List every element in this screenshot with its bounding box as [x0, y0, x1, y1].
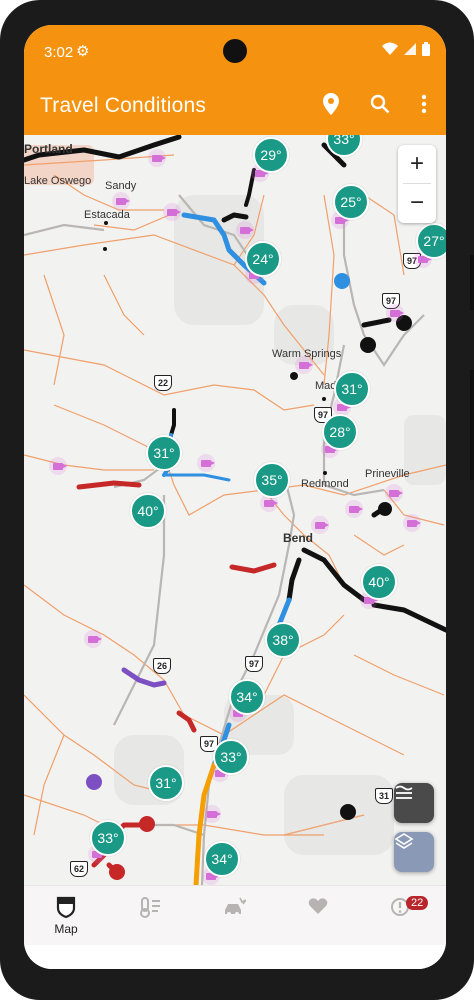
temperature-marker[interactable]: 40° [361, 564, 397, 600]
temperature-marker[interactable]: 34° [204, 841, 240, 877]
camera-icon [88, 635, 102, 643]
camera-icon [207, 810, 221, 818]
camera-marker[interactable] [163, 203, 181, 221]
camera-marker[interactable] [345, 500, 363, 518]
camera-icon [264, 499, 278, 507]
route-shield: 62 [70, 861, 88, 877]
status-bar: 3:02 ⚙ [24, 25, 446, 77]
temperature-marker[interactable]: 31° [146, 435, 182, 471]
layers-button[interactable] [394, 832, 434, 872]
weather-layer-icon [395, 785, 413, 799]
nav-incidents[interactable] [192, 886, 276, 946]
temperature-marker[interactable]: 40° [130, 493, 166, 529]
nav-label: Map [54, 922, 78, 936]
power-button [470, 370, 474, 480]
temperature-marker[interactable]: 27° [416, 223, 446, 259]
place-lake-oswego: Lake Oswego [24, 175, 92, 187]
nav-weather[interactable] [108, 886, 192, 946]
place-prineville: Prineville [365, 468, 410, 480]
gesture-area [24, 945, 446, 969]
place-bend: Bend [283, 531, 313, 545]
app-title: Travel Conditions [40, 94, 207, 117]
place-estacada: Estacada [84, 209, 130, 221]
camera-icon [389, 489, 403, 497]
nav-alerts[interactable]: 22 [360, 886, 444, 946]
temperature-marker[interactable]: 31° [148, 765, 184, 801]
app-bar: Travel Conditions [24, 77, 446, 135]
car-crash-icon [222, 896, 247, 918]
camera-icon [407, 519, 421, 527]
camera-marker[interactable] [148, 149, 166, 167]
camera-icon [390, 309, 404, 317]
camera-marker[interactable] [403, 514, 421, 532]
search-icon[interactable] [365, 89, 395, 119]
camera-marker[interactable] [112, 192, 130, 210]
settings-icon: ⚙ [76, 43, 90, 60]
temperature-marker[interactable]: 24° [245, 241, 281, 277]
temperature-marker[interactable]: 29° [253, 137, 289, 173]
location-pin-icon[interactable] [316, 89, 346, 119]
nav-favorites[interactable] [276, 886, 360, 946]
temperature-marker[interactable]: 28° [322, 414, 358, 450]
nav-map[interactable]: Map [24, 886, 108, 946]
place-portland: Portland [24, 142, 73, 156]
camera-icon [349, 505, 363, 513]
camera-marker[interactable] [385, 484, 403, 502]
place-sandy: Sandy [105, 180, 137, 192]
phone-frame: 3:02 ⚙ Travel Conditions Portland Lake O… [0, 0, 474, 1000]
route-shield: 31 [375, 788, 393, 804]
temperature-marker[interactable]: 38° [265, 622, 301, 658]
temperature-marker[interactable]: 33° [213, 739, 249, 775]
wifi-icon [382, 42, 398, 59]
camera-icon [201, 459, 215, 467]
camera-icon [116, 197, 130, 205]
camera-marker[interactable] [295, 356, 313, 374]
weather-layer-button[interactable] [394, 783, 434, 823]
volume-button [470, 255, 474, 310]
temperature-marker[interactable]: 35° [254, 462, 290, 498]
route-shield: 97 [245, 656, 263, 672]
camera-icon [152, 154, 166, 162]
zoom-out-button[interactable]: − [398, 184, 436, 222]
status-icons [382, 42, 430, 59]
layers-icon [394, 833, 414, 849]
zoom-in-button[interactable]: + [398, 145, 436, 183]
alerts-badge: 22 [406, 896, 429, 910]
camera-marker[interactable] [203, 805, 221, 823]
camera-icon [53, 462, 67, 470]
camera-marker[interactable] [236, 221, 254, 239]
map-shield-icon [56, 896, 76, 919]
route-shield: 26 [153, 658, 171, 674]
camera-marker[interactable] [386, 304, 404, 322]
status-time: 3:02 [44, 44, 74, 61]
signal-icon [404, 42, 416, 59]
place-redmond: Redmond [301, 478, 349, 490]
bottom-navigation: Map 22 [24, 885, 446, 946]
camera-marker[interactable] [84, 630, 102, 648]
camera-icon [315, 521, 329, 529]
camera-marker[interactable] [311, 516, 329, 534]
temperature-marker[interactable]: 31° [334, 371, 370, 407]
more-vert-icon[interactable] [409, 89, 439, 119]
battery-icon [422, 42, 430, 59]
heart-icon [308, 896, 328, 918]
camera-marker[interactable] [197, 454, 215, 472]
camera-icon [240, 226, 254, 234]
thermometer-icon [138, 896, 162, 918]
camera-icon [167, 208, 181, 216]
map-view[interactable]: Portland Lake Oswego Sandy Estacada Warm… [24, 135, 446, 885]
front-camera [223, 39, 247, 63]
temperature-marker[interactable]: 25° [333, 184, 369, 220]
camera-marker[interactable] [49, 457, 67, 475]
temperature-marker[interactable]: 34° [229, 679, 265, 715]
route-shield: 22 [154, 375, 172, 391]
zoom-control: + − [398, 145, 436, 223]
temperature-marker[interactable]: 33° [90, 820, 126, 856]
screen: 3:02 ⚙ Travel Conditions Portland Lake O… [24, 25, 446, 969]
camera-icon [299, 361, 313, 369]
